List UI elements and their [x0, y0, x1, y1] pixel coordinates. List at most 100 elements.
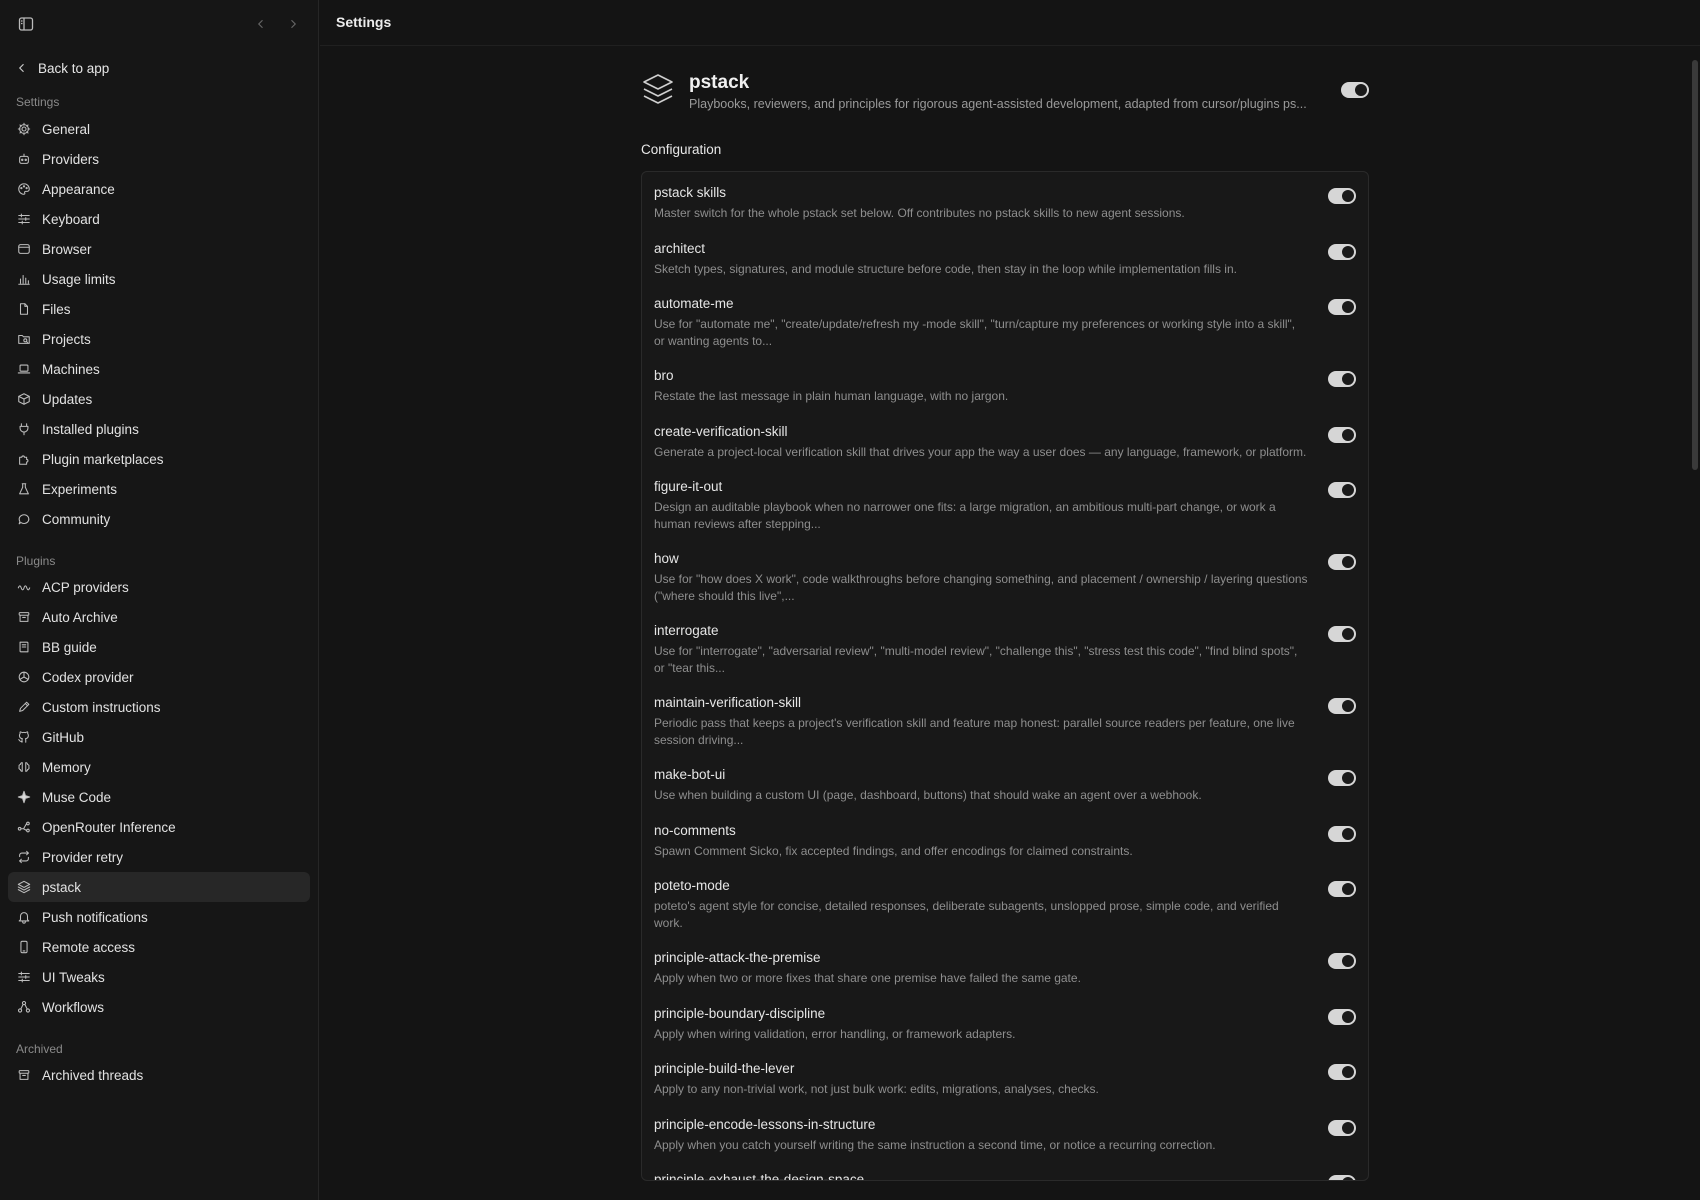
sidebar-item-machines[interactable]: Machines [8, 354, 310, 384]
sidebar-item-pstack[interactable]: pstack [8, 872, 310, 902]
skill-description: Use for "automate me", "create/update/re… [654, 317, 1296, 348]
plugin-enabled-toggle[interactable] [1341, 82, 1369, 98]
sidebar-item-label: OpenRouter Inference [42, 819, 176, 835]
sidebar-item-installed-plugins[interactable]: Installed plugins [8, 414, 310, 444]
plugin-header: pstack Playbooks, reviewers, and princip… [641, 62, 1369, 122]
skill-toggle-pstack-skills[interactable] [1328, 188, 1356, 204]
sidebar-item-openrouter-inference[interactable]: OpenRouter Inference [8, 812, 310, 842]
skill-description: Use when building a custom UI (page, das… [654, 788, 1202, 802]
sidebar-item-archived-threads[interactable]: Archived threads [8, 1060, 310, 1090]
sidebar-item-appearance[interactable]: Appearance [8, 174, 310, 204]
skill-name: principle-boundary-discipline [654, 1005, 826, 1021]
sidebar-item-bb-guide[interactable]: BB guide [8, 632, 310, 662]
sidebar-toggle-icon[interactable] [18, 16, 35, 32]
sidebar-item-experiments[interactable]: Experiments [8, 474, 310, 504]
sidebar-item-projects[interactable]: Projects [8, 324, 310, 354]
main-panel: Settings pstack Playbooks, reviewers, an… [320, 0, 1700, 1200]
sidebar-item-providers[interactable]: Providers [8, 144, 310, 174]
skill-row-how: how Use for "how does X work", code walkt… [642, 538, 1368, 610]
scrollbar[interactable] [1692, 60, 1698, 470]
sidebar-item-keyboard[interactable]: Keyboard [8, 204, 310, 234]
sidebar-item-codex-provider[interactable]: Codex provider [8, 662, 310, 692]
skill-toggle-architect[interactable] [1328, 243, 1356, 260]
sidebar-item-memory[interactable]: Memory [8, 752, 310, 782]
sidebar-item-label: Installed plugins [42, 421, 139, 437]
package-icon [17, 392, 31, 406]
skill-row-principle-encode-lessons-in-structure: principle-encode-lessons-in-structure App… [642, 1104, 1368, 1160]
sidebar-item-github[interactable]: GitHub [8, 722, 310, 752]
sidebar-item-label: General [42, 121, 91, 137]
plugins-section-label: Plugins [16, 554, 56, 568]
sidebar-item-community[interactable]: Community [8, 504, 310, 534]
skill-description: poteto's agent style for concise, detail… [654, 899, 1279, 930]
skill-toggle-principle-build-the-lever[interactable] [1328, 1064, 1356, 1080]
skill-name: poteto-mode [654, 878, 730, 893]
skill-toggle-maintain-verification-skill[interactable] [1328, 698, 1356, 714]
skill-name: architect [654, 240, 706, 256]
sidebar-item-plugin-marketplaces[interactable]: Plugin marketplaces [8, 444, 310, 474]
layers-icon [17, 880, 31, 894]
skill-row-interrogate: interrogate Use for "interrogate", "adver… [642, 610, 1368, 682]
sidebar-item-label: Plugin marketplaces [42, 451, 164, 467]
sidebar-item-muse-code[interactable]: Muse Code [8, 782, 310, 812]
skill-toggle-figure-it-out[interactable] [1328, 482, 1356, 498]
sidebar-item-workflows[interactable]: Workflows [8, 992, 310, 1022]
archive-icon [17, 610, 31, 624]
sidebar-item-auto-archive[interactable]: Auto Archive [8, 602, 310, 632]
sidebar-item-files[interactable]: Files [8, 294, 310, 324]
sidebar-item-remote-access[interactable]: Remote access [8, 932, 310, 962]
skill-toggle-create-verification-skill[interactable] [1328, 426, 1356, 443]
sidebar-item-label: Usage limits [42, 271, 116, 287]
skill-toggle-principle-encode-lessons-in-structure[interactable] [1328, 1119, 1356, 1136]
skill-row-make-bot-ui: make-bot-ui Use when building a custom UI… [642, 754, 1368, 810]
settings-nav-list: General Providers Appearance Keyboard Browse… [8, 114, 310, 534]
chat-icon [17, 512, 31, 526]
sidebar-item-label: Custom instructions [42, 699, 161, 715]
skill-toggle-automate-me[interactable] [1328, 299, 1356, 315]
skill-row-principle-boundary-discipline: principle-boundary-discipline Apply when … [642, 993, 1368, 1049]
sidebar-item-label: Community [42, 511, 111, 527]
skill-toggle-principle-attack-the-premise[interactable] [1328, 953, 1356, 969]
skill-toggle-how[interactable] [1328, 554, 1356, 570]
sidebar-item-label: Keyboard [42, 211, 100, 227]
sidebar-item-label: Browser [42, 241, 92, 257]
back-arrow-icon[interactable] [252, 14, 270, 34]
sidebar-item-custom-instructions[interactable]: Custom instructions [8, 692, 310, 722]
sidebar-item-browser[interactable]: Browser [8, 234, 310, 264]
skill-description: Sketch types, signatures, and module str… [654, 261, 1237, 276]
skill-toggle-bro[interactable] [1328, 371, 1356, 387]
skill-row-automate-me: automate-me Use for "automate me", "creat… [642, 283, 1368, 355]
skill-description: Apply when wiring validation, error hand… [654, 1026, 1016, 1041]
wave-icon [17, 580, 31, 594]
skill-toggle-no-comments[interactable] [1328, 825, 1356, 842]
skill-toggle-principle-boundary-discipline[interactable] [1328, 1008, 1356, 1025]
skill-name: make-bot-ui [654, 767, 726, 782]
sliders-icon [17, 970, 31, 984]
puzzle-icon [17, 452, 31, 466]
skill-name: automate-me [654, 296, 734, 311]
sidebar-item-provider-retry[interactable]: Provider retry [8, 842, 310, 872]
sidebar-item-usage-limits[interactable]: Usage limits [8, 264, 310, 294]
sidebar-item-label: pstack [42, 879, 82, 895]
skill-name: create-verification-skill [654, 423, 788, 439]
sidebar-item-label: Experiments [42, 481, 118, 497]
forward-arrow-icon[interactable] [284, 14, 302, 34]
sidebar-item-label: Archived threads [42, 1067, 144, 1083]
skill-toggle-poteto-mode[interactable] [1328, 881, 1356, 897]
sidebar-item-label: Codex provider [42, 669, 134, 685]
skill-toggle-interrogate[interactable] [1328, 626, 1356, 642]
skill-row-create-verification-skill: create-verification-skill Generate a proj… [642, 411, 1368, 467]
github-icon [17, 730, 31, 744]
flask-icon [17, 482, 31, 496]
skill-name: figure-it-out [654, 479, 723, 494]
back-to-app-link[interactable]: Back to app [16, 56, 109, 80]
sidebar-item-ui-tweaks[interactable]: UI Tweaks [8, 962, 310, 992]
sidebar-item-push-notifications[interactable]: Push notifications [8, 902, 310, 932]
sidebar-item-general[interactable]: General [8, 114, 310, 144]
skill-toggle-make-bot-ui[interactable] [1328, 770, 1356, 786]
skill-toggle-principle-exhaust-the-design-space[interactable] [1328, 1175, 1356, 1180]
sidebar-item-updates[interactable]: Updates [8, 384, 310, 414]
skill-name: principle-build-the-lever [654, 1061, 795, 1076]
sidebar-item-acp-providers[interactable]: ACP providers [8, 572, 310, 602]
sidebar-item-label: Projects [42, 331, 91, 347]
